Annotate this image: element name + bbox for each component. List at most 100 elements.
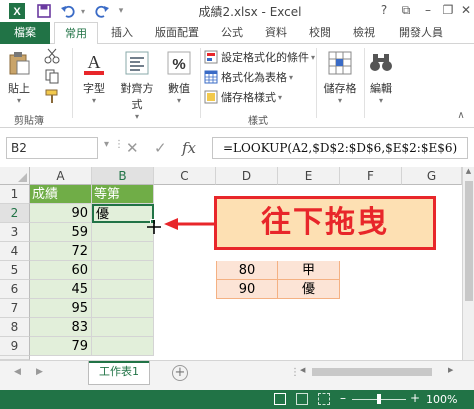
paste-icon [9,52,30,75]
customize-qat-icon[interactable]: ▾ [114,2,128,20]
cell-styles-button[interactable]: 儲存格樣式 ▾ [204,88,282,106]
cancel-entry-icon[interactable]: ✕ [126,137,139,159]
column-header-a[interactable]: A [30,167,92,185]
undo-icon[interactable] [58,2,78,20]
paste-button[interactable]: 貼上 ▾ [4,50,34,105]
restore-icon[interactable]: ❐ [440,2,456,18]
vertical-scrollbar[interactable]: ▲ [462,167,474,360]
save-icon[interactable] [34,2,54,20]
column-header-d[interactable]: D [216,167,278,185]
horizontal-scrollbar[interactable]: ◀ ▶ [300,366,460,378]
tab-view[interactable]: 檢視 [344,22,384,44]
help-icon[interactable]: ? [376,2,392,18]
tab-formulas[interactable]: 公式 [212,22,252,44]
cell-b2-selected[interactable]: 優 [92,204,154,223]
row-header-8[interactable]: 8 [0,318,30,337]
row-header-2[interactable]: 2 [0,204,30,223]
undo-dropdown-icon[interactable]: ▾ [78,2,88,20]
cell-a8[interactable]: 83 [30,318,92,337]
formula-input[interactable]: =LOOKUP(A2,$D$2:$D$6,$E$2:$E$6) [212,137,468,159]
number-button[interactable]: % 數值 ▾ [164,50,194,105]
row-header-3[interactable]: 3 [0,223,30,242]
scroll-right-icon[interactable]: ▶ [448,366,453,374]
column-header-f[interactable]: F [340,167,402,185]
collapse-ribbon-icon[interactable]: ∧ [454,110,468,121]
ribbon-display-icon[interactable]: ⧉ [398,2,414,18]
cell-e5[interactable]: 甲 [278,261,340,280]
alignment-button[interactable]: 對齊方式 ▾ [116,50,158,121]
font-button[interactable]: A 字型 ▾ [78,50,110,105]
cell-b1[interactable]: 等第 [92,185,154,204]
sheet-scroll-grip-icon[interactable]: ⋮ [290,367,300,378]
zoom-out-button[interactable]: – [340,391,346,405]
prev-sheet-icon[interactable]: ◀ [14,367,21,377]
insert-function-icon[interactable]: fx [182,137,196,159]
cell-e6[interactable]: 優 [278,280,340,299]
cell-a1[interactable]: 成績 [30,185,92,204]
row-header-6[interactable]: 6 [0,280,30,299]
row-header-5[interactable]: 5 [0,261,30,280]
tab-review[interactable]: 校閱 [300,22,340,44]
cell-b8[interactable] [92,318,154,337]
tab-page-layout[interactable]: 版面配置 [146,22,208,44]
cells-button[interactable]: 儲存格 ▾ [320,50,360,105]
close-icon[interactable]: ✕ [458,2,474,18]
sheet-tab-1[interactable]: 工作表1 [88,361,150,385]
column-header-e[interactable]: E [278,167,340,185]
conditional-format-button[interactable]: 設定格式化的條件 ▾ [204,48,315,66]
cell-a2[interactable]: 90 [30,204,92,223]
zoom-in-button[interactable]: + [410,391,420,405]
ribbon-separator [316,48,317,118]
cell-d5[interactable]: 80 [216,261,278,280]
redo-icon[interactable] [92,2,112,20]
vertical-scroll-thumb[interactable] [465,181,473,301]
view-page-layout-icon[interactable] [296,393,308,405]
select-all-button[interactable] [0,167,30,185]
cell-b9[interactable] [92,337,154,356]
tab-insert[interactable]: 插入 [102,22,142,44]
cell-b4[interactable] [92,242,154,261]
cell-d6[interactable]: 90 [216,280,278,299]
conditional-format-dropdown-icon: ▾ [311,52,316,62]
zoom-slider-thumb[interactable] [377,394,381,404]
next-sheet-icon[interactable]: ▶ [36,367,43,377]
cell-a5[interactable]: 60 [30,261,92,280]
zoom-level[interactable]: 100% [426,393,457,406]
tab-home[interactable]: 常用 [54,22,98,45]
column-header-g[interactable]: G [402,167,462,185]
column-header-b[interactable]: B [92,167,154,185]
row-header-4[interactable]: 4 [0,242,30,261]
confirm-entry-icon[interactable]: ✓ [154,137,167,159]
cell-b6[interactable] [92,280,154,299]
view-page-break-icon[interactable] [318,393,330,405]
tab-data[interactable]: 資料 [256,22,296,44]
tab-file[interactable]: 檔案 [0,22,50,44]
cell-b7[interactable] [92,299,154,318]
cell-b5[interactable] [92,261,154,280]
row-header-9[interactable]: 9 [0,337,30,356]
name-box-dropdown-icon[interactable]: ▾ [104,139,109,150]
add-sheet-icon[interactable]: + [172,365,188,381]
scroll-left-icon[interactable]: ◀ [300,366,305,374]
row-header-7[interactable]: 7 [0,299,30,318]
cell-a6[interactable]: 45 [30,280,92,299]
cell-a7[interactable]: 95 [30,299,92,318]
minimize-icon[interactable]: – [420,2,436,18]
cell-a9[interactable]: 79 [30,337,92,356]
name-box[interactable]: B2 [6,137,98,159]
editing-button[interactable]: 編輯 ▾ [366,50,396,105]
scroll-up-icon[interactable]: ▲ [463,167,474,175]
format-as-table-button[interactable]: 格式化為表格 ▾ [204,68,293,86]
zoom-slider[interactable] [352,394,406,404]
tab-developer[interactable]: 開發人員 [390,22,452,44]
copy-button[interactable] [42,68,62,87]
cell-a3[interactable]: 59 [30,223,92,242]
format-painter-button[interactable] [42,88,62,107]
cut-button[interactable] [42,48,62,67]
cell-b3[interactable] [92,223,154,242]
cell-a4[interactable]: 72 [30,242,92,261]
column-header-c[interactable]: C [154,167,216,185]
row-header-1[interactable]: 1 [0,185,30,204]
horizontal-scroll-thumb[interactable] [312,368,432,376]
view-normal-icon[interactable] [274,393,286,405]
